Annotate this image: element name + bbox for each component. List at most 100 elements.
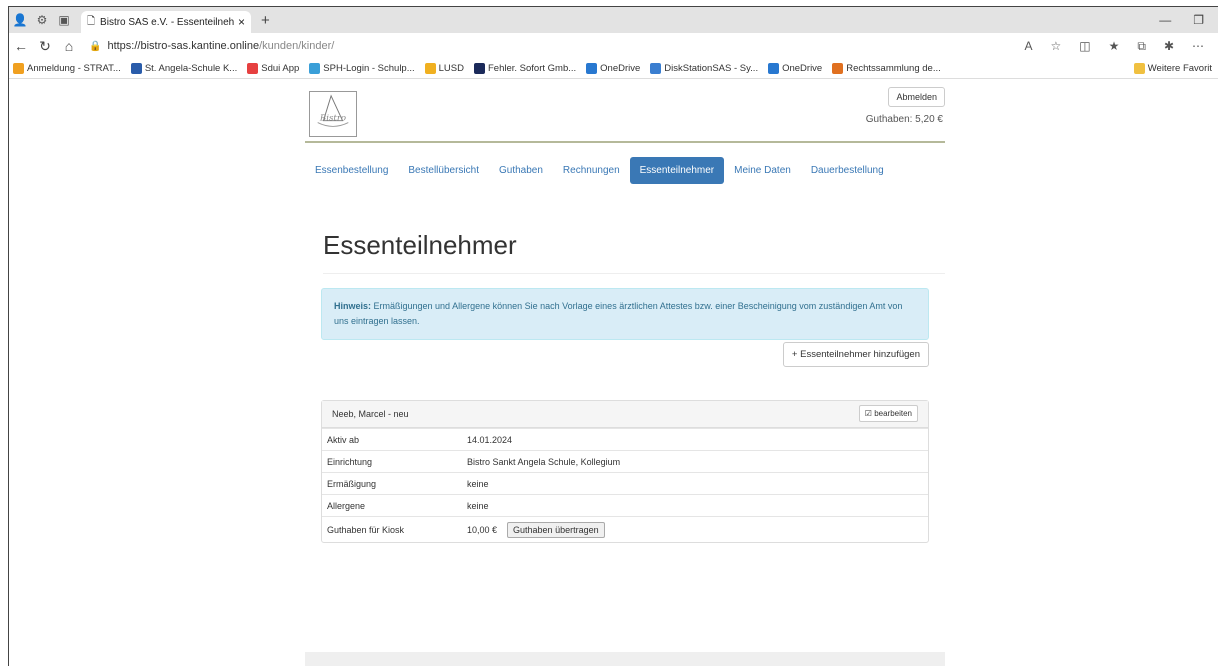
credit-balance: Guthaben: 5,20 € (865, 114, 943, 125)
bookmark-icon (650, 63, 662, 74)
bookmark-item[interactable]: DiskStationSAS - Sy... (650, 63, 758, 74)
table-row: Guthaben für Kiosk 10,00 € Guthaben über… (322, 516, 928, 542)
nav-item-essenteilnehmer[interactable]: Essenteilnehmer (629, 157, 725, 184)
bookmark-label: DiskStationSAS - Sy... (664, 63, 759, 74)
title-bar: 👤 ⚙ ▣ 🗋 Bistro SAS e.V. - Essenteilnehme… (9, 7, 1218, 33)
favorites-icon[interactable]: ★ (1109, 39, 1120, 54)
add-participant-button[interactable]: + Essenteilnehmer hinzufügen (782, 342, 929, 367)
bookmark-label: OneDrive (782, 63, 823, 74)
bookmark-label: Anmeldung - STRAT... (27, 63, 121, 74)
bookmark-icon (473, 63, 485, 74)
alert-text: Ermäßigungen und Allergene können Sie na… (334, 301, 903, 326)
row-label: Guthaben für Kiosk (327, 524, 405, 535)
row-label: Allergene (327, 500, 366, 511)
minimize-icon[interactable]: — (1159, 13, 1171, 27)
nav-item-meine-daten[interactable]: Meine Daten (724, 157, 801, 184)
extensions-icon[interactable]: ✱ (1164, 39, 1174, 54)
site-header: Bistro Abmelden Guthaben: 5,20 € (305, 79, 945, 143)
read-aloud-icon[interactable]: A (1024, 39, 1032, 54)
browser-tab[interactable]: 🗋 Bistro SAS e.V. - Essenteilnehmer × (81, 11, 251, 33)
toolbar-icons: A ☆ ◫ ★ ⧉ ✱ ⋯ (1024, 39, 1218, 54)
row-label: Einrichtung (327, 456, 373, 467)
bookmark-item[interactable]: LUSD (424, 63, 464, 74)
edit-icon: ☑ (864, 409, 872, 418)
bistro-logo[interactable]: Bistro (309, 91, 357, 137)
url-host: https://bistro-sas.kantine.online (107, 40, 260, 52)
table-row: Allergene keine (322, 494, 928, 516)
content-container: Bistro Abmelden Guthaben: 5,20 € Essenbe… (305, 79, 945, 543)
bookmark-item[interactable]: OneDrive (768, 63, 822, 74)
svg-text:Bistro: Bistro (319, 114, 346, 124)
table-row: Einrichtung Bistro Sankt Angela Schule, … (322, 450, 928, 472)
main-navigation: Essenbestellung Bestellübersicht Guthaben R… (305, 157, 945, 184)
tab-title: Bistro SAS e.V. - Essenteilnehmer (100, 16, 234, 28)
bookmarks-bar: Anmeldung - STRAT... St. Angela-Schule K.… (9, 59, 1218, 79)
profile-icon[interactable]: 👤 (9, 13, 31, 27)
bookmark-item[interactable]: OneDrive (586, 63, 640, 74)
row-value: Bistro Sankt Angela Schule, Kollegium (467, 456, 621, 467)
bookmark-folder-more[interactable]: Weitere Favorit (1133, 63, 1218, 74)
participant-panel: Neeb, Marcel - neu ☑ bearbeiten Aktiv ab… (321, 400, 929, 543)
nav-item-bestell-bersicht[interactable]: Bestellübersicht (398, 157, 489, 184)
info-alert: Hinweis: Ermäßigungen und Allergene könn… (321, 288, 929, 340)
bookmark-label: Rechtssammlung de... (846, 63, 941, 74)
transfer-credit-button[interactable]: Guthaben übertragen (507, 521, 605, 538)
nav-item-dauerbestellung[interactable]: Dauerbestellung (801, 157, 894, 184)
favorite-star-icon[interactable]: ☆ (1050, 39, 1061, 54)
url-path: /kunden/kinder/ (259, 40, 335, 52)
bookmark-item[interactable]: Fehler. Sofort Gmb... (473, 63, 577, 74)
row-value: keine (467, 500, 489, 511)
nav-item-guthaben[interactable]: Guthaben (489, 157, 553, 184)
row-value: 10,00 € (467, 524, 498, 535)
bookmark-label: Fehler. Sofort Gmb... (487, 63, 577, 74)
bookmark-item[interactable]: St. Angela-Schule K... (130, 63, 238, 74)
tab-actions-icon[interactable]: ▣ (53, 13, 75, 27)
page-content: Bistro Abmelden Guthaben: 5,20 € Essenbe… (9, 79, 1218, 666)
bookmark-item[interactable]: SPH-Login - Schulp... (309, 63, 415, 74)
folder-icon (1133, 63, 1145, 74)
workspaces-icon[interactable]: ⚙ (31, 13, 53, 27)
home-icon[interactable]: ⌂ (57, 38, 81, 54)
restore-icon[interactable]: ❐ (1193, 13, 1204, 27)
page-title: Essenteilnehmer (323, 230, 945, 274)
bookmark-icon (13, 63, 24, 74)
row-label: Aktiv ab (327, 434, 360, 445)
alert-label: Hinweis: (334, 301, 372, 311)
url-field[interactable]: 🔒 https://bistro-sas.kantine.online/kund… (89, 40, 1024, 52)
bookmark-icon (130, 63, 142, 74)
bookmark-item[interactable]: Anmeldung - STRAT... (13, 63, 121, 74)
row-label: Ermäßigung (327, 478, 377, 489)
bookmark-icon (832, 63, 844, 74)
bookmark-icon (586, 63, 598, 74)
browser-window: 👤 ⚙ ▣ 🗋 Bistro SAS e.V. - Essenteilnehme… (8, 6, 1218, 666)
refresh-icon[interactable]: ↻ (33, 38, 57, 55)
bookmark-item[interactable]: Sdui App (247, 63, 299, 74)
bookmark-icon (768, 63, 780, 74)
collections-icon[interactable]: ⧉ (1137, 39, 1146, 54)
table-row: Aktiv ab 14.01.2024 (322, 428, 928, 450)
bookmark-label: LUSD (438, 63, 464, 74)
bookmark-icon (424, 63, 436, 74)
row-value: keine (467, 478, 489, 489)
new-tab-button[interactable]: + (261, 12, 270, 29)
bookmark-label: SPH-Login - Schulp... (323, 63, 415, 74)
edit-button[interactable]: ☑ bearbeiten (858, 405, 918, 422)
footer-bar (305, 652, 945, 666)
more-icon[interactable]: ⋯ (1192, 39, 1204, 54)
split-screen-icon[interactable]: ◫ (1079, 39, 1090, 54)
bookmark-label: Sdui App (261, 63, 300, 74)
nav-item-essenbestellung[interactable]: Essenbestellung (305, 157, 398, 184)
back-icon[interactable]: ← (9, 38, 33, 54)
participant-header: Neeb, Marcel - neu ☑ bearbeiten (322, 401, 928, 428)
nav-item-rechnungen[interactable]: Rechnungen (553, 157, 630, 184)
logout-button[interactable]: Abmelden (888, 87, 945, 107)
bookmark-item[interactable]: Rechtssammlung de... (832, 63, 941, 74)
bookmark-label: St. Angela-Schule K... (144, 63, 238, 74)
bookmark-label: OneDrive (600, 63, 641, 74)
address-bar: ← ↻ ⌂ 🔒 https://bistro-sas.kantine.onlin… (9, 33, 1218, 59)
tab-close-icon[interactable]: × (238, 15, 245, 29)
participant-name: Neeb, Marcel - neu (332, 409, 409, 419)
window-controls: — ❐ (1159, 13, 1218, 27)
table-row: Ermäßigung keine (322, 472, 928, 494)
row-value: 14.01.2024 (467, 434, 513, 445)
